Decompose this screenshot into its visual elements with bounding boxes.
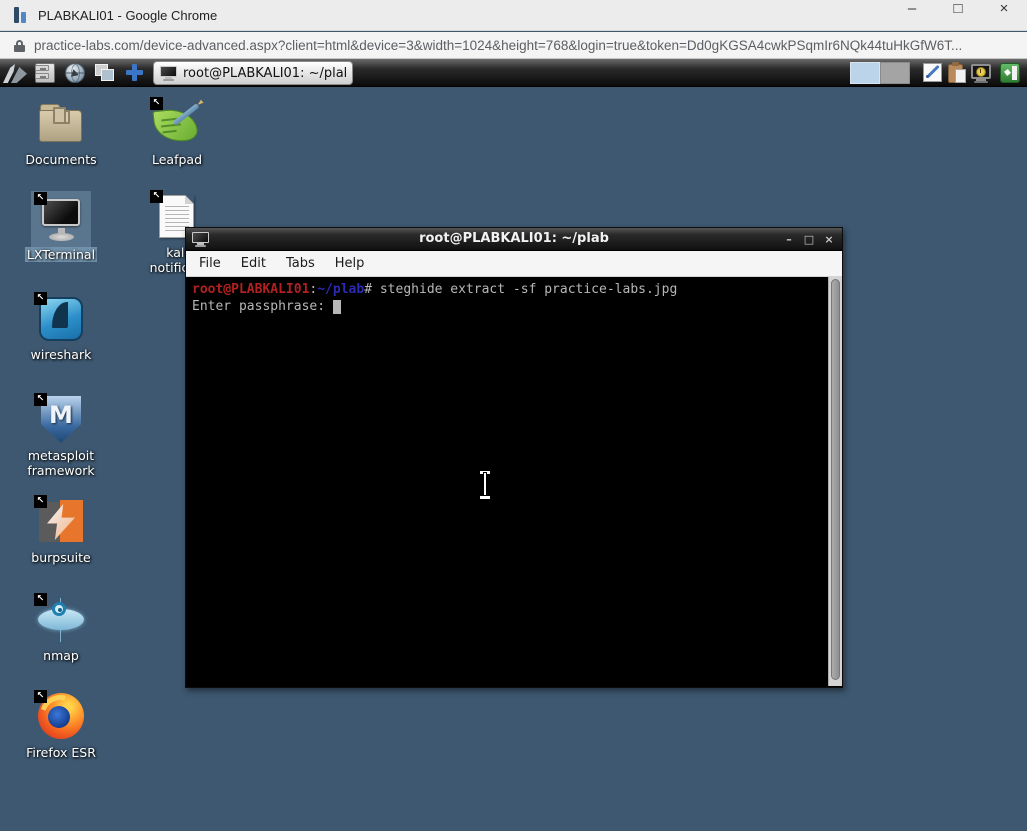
- icon-label: wireshark: [16, 347, 106, 362]
- logout-icon[interactable]: [999, 62, 1021, 84]
- browser-close-button[interactable]: ×: [981, 0, 1027, 31]
- terminal-scrollbar[interactable]: [828, 277, 842, 686]
- desktop-icon-burpsuite[interactable]: burpsuite: [16, 498, 106, 565]
- terminal-close-button[interactable]: ×: [822, 233, 836, 246]
- terminal-cursor: [333, 300, 341, 314]
- terminal-text: root@PLABKALI01:~/plab# steghide extract…: [192, 281, 822, 315]
- browser-window-title: PLABKALI01 - Google Chrome: [38, 8, 217, 23]
- shortcut-badge-icon: [34, 292, 47, 305]
- terminal-maximize-button[interactable]: □: [802, 233, 816, 246]
- task-button-label: root@PLABKALI01: ~/plab: [183, 66, 346, 81]
- desktop-icon-wireshark[interactable]: wireshark: [16, 295, 106, 362]
- desktop-icon-lxterminal[interactable]: LXTerminal: [16, 195, 106, 262]
- shortcut-badge-icon: [34, 593, 47, 606]
- web-browser-icon[interactable]: [63, 61, 89, 85]
- site-favicon: [13, 7, 29, 23]
- scrollbar-thumb[interactable]: [831, 279, 840, 680]
- icon-label: Firefox ESR: [16, 745, 106, 760]
- metasploit-icon: M: [37, 396, 85, 444]
- desktop-icon-metasploit[interactable]: M metasploit framework: [16, 396, 106, 478]
- terminal-title: root@PLABKALI01: ~/plab: [186, 231, 842, 246]
- kali-desktop[interactable]: root@PLABKALI01: ~/plab Documents: [0, 59, 1027, 831]
- icon-label: burpsuite: [16, 550, 106, 565]
- menu-help[interactable]: Help: [325, 252, 375, 275]
- screenshot-tool-icon[interactable]: [922, 62, 944, 84]
- taskbar: root@PLABKALI01: ~/plab: [0, 59, 1027, 87]
- icon-label: LXTerminal: [16, 247, 106, 262]
- icon-label: nmap: [16, 648, 106, 663]
- browser-address-bar[interactable]: practice-labs.com/device-advanced.aspx?c…: [0, 32, 1027, 59]
- terminal-minimize-button[interactable]: –: [782, 233, 796, 246]
- icon-label: metasploit framework: [16, 448, 106, 478]
- prompt-user-host: root@PLABKALI01: [192, 282, 309, 297]
- shortcut-badge-icon: [34, 192, 47, 205]
- terminal-titlebar[interactable]: root@PLABKALI01: ~/plab – □ ×: [186, 228, 842, 251]
- icon-label: Leafpad: [132, 152, 222, 167]
- desktop-icon-documents[interactable]: Documents: [16, 100, 106, 167]
- taskbar-task-button[interactable]: root@PLABKALI01: ~/plab: [153, 61, 353, 85]
- shortcut-badge-icon: [150, 97, 163, 110]
- url-text[interactable]: practice-labs.com/device-advanced.aspx?c…: [34, 38, 962, 53]
- command-text: steghide extract -sf practice-labs.jpg: [380, 282, 677, 297]
- wireshark-icon: [37, 295, 85, 343]
- terminal-menubar: File Edit Tabs Help: [186, 251, 842, 277]
- terminal-icon: [160, 66, 177, 81]
- file-manager-icon[interactable]: [33, 61, 59, 85]
- iconify-windows-icon[interactable]: [93, 61, 119, 85]
- kali-menu-icon[interactable]: [2, 61, 28, 85]
- menu-tabs[interactable]: Tabs: [276, 252, 325, 275]
- nmap-icon: [37, 596, 85, 644]
- prompt-suffix: #: [364, 282, 380, 297]
- leafpad-icon: [153, 100, 201, 148]
- mouse-cursor-ibeam: [479, 471, 491, 499]
- menu-file[interactable]: File: [189, 252, 231, 275]
- prompt-path: ~/plab: [317, 282, 364, 297]
- desktop-icon-nmap[interactable]: nmap: [16, 596, 106, 663]
- workspace-2[interactable]: [880, 62, 910, 84]
- screensaver-clock-icon[interactable]: [970, 62, 992, 84]
- stdout-text: Enter passphrase:: [192, 299, 333, 314]
- browser-minimize-button[interactable]: –: [889, 0, 935, 31]
- terminal-window[interactable]: root@PLABKALI01: ~/plab – □ × File Edit …: [185, 227, 843, 688]
- firefox-icon: [37, 693, 85, 741]
- shortcut-badge-icon: [34, 393, 47, 406]
- workspace-1[interactable]: [850, 62, 880, 84]
- workspace-pager[interactable]: [850, 62, 910, 84]
- lxterminal-icon: [37, 195, 85, 243]
- folder-icon: [37, 100, 85, 148]
- browser-maximize-button[interactable]: □: [935, 0, 981, 31]
- browser-titlebar: PLABKALI01 - Google Chrome – □ ×: [0, 0, 1027, 31]
- menu-edit[interactable]: Edit: [231, 252, 276, 275]
- clipboard-manager-icon[interactable]: [946, 62, 968, 84]
- burpsuite-icon: [37, 498, 85, 546]
- desktop-icon-firefox-esr[interactable]: Firefox ESR: [16, 693, 106, 760]
- desktop-icon-leafpad[interactable]: Leafpad: [132, 100, 222, 167]
- terminal-content[interactable]: root@PLABKALI01:~/plab# steghide extract…: [186, 277, 842, 686]
- shortcut-badge-icon: [150, 190, 163, 203]
- lock-icon[interactable]: [14, 40, 25, 52]
- shortcut-badge-icon: [34, 690, 47, 703]
- shortcut-badge-icon: [34, 495, 47, 508]
- icon-label: Documents: [16, 152, 106, 167]
- new-item-icon[interactable]: [122, 61, 148, 85]
